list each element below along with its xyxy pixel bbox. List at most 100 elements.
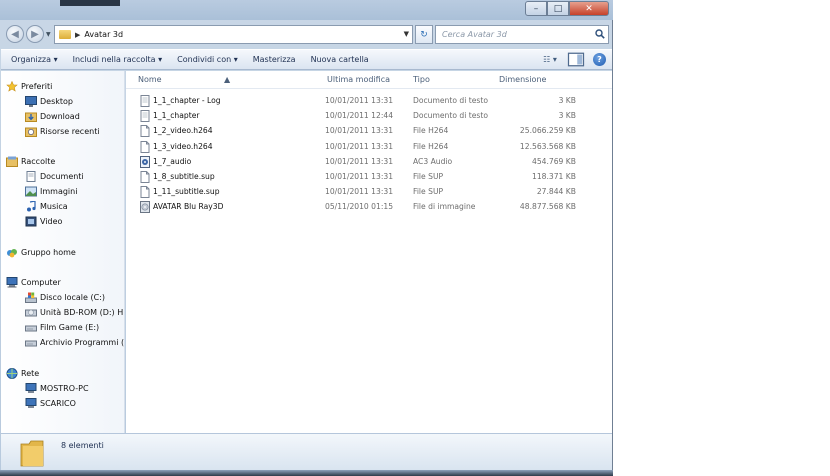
file-modified: 10/01/2011 13:31	[325, 172, 394, 181]
star-icon	[6, 81, 18, 92]
nav-desktop[interactable]: Desktop	[25, 94, 73, 109]
file-modified: 10/01/2011 13:31	[325, 141, 394, 151]
sort-ascending-icon: ▲	[224, 75, 231, 84]
close-button[interactable]: ✕	[569, 1, 609, 16]
nav-drive-c[interactable]: Disco locale (C:)	[25, 290, 105, 305]
nav-documents[interactable]: Documenti	[25, 169, 84, 184]
file-type: AC3 Audio	[413, 156, 453, 166]
organize-menu[interactable]: Organizza ▾	[11, 55, 58, 64]
nav-network-pc-1[interactable]: MOSTRO-PC	[25, 381, 89, 396]
recent-pages-dropdown[interactable]: ▼	[46, 31, 51, 38]
file-name: AVATAR Blu Ray3D	[153, 202, 224, 212]
pictures-icon	[25, 186, 37, 197]
nav-favorites-label: Preferiti	[21, 82, 53, 91]
column-modified[interactable]: Ultima modifica	[327, 75, 390, 84]
file-type: File H264	[413, 126, 449, 136]
documents-icon	[26, 171, 36, 182]
change-view-icon[interactable]: ☷ ▾	[541, 52, 559, 67]
nav-recent-places-label: Risorse recenti	[40, 127, 100, 136]
address-history-dropdown[interactable]: ▼	[404, 30, 409, 38]
nav-download[interactable]: Download	[25, 109, 80, 124]
minimize-button[interactable]: –	[525, 1, 547, 16]
audio-file-icon	[140, 155, 150, 168]
file-name: 1_8_subtitle.sup	[153, 172, 215, 181]
column-size[interactable]: Dimensione	[499, 75, 546, 84]
nav-favorites[interactable]: Preferiti	[6, 79, 52, 94]
file-row[interactable]: 1_1_chapter - Log 10/01/2011 13:31 Documen…	[126, 94, 612, 109]
preview-pane-icon[interactable]	[567, 52, 585, 67]
generic-file-icon	[140, 186, 150, 199]
desktop-icon	[25, 96, 37, 107]
nav-videos[interactable]: Video	[25, 214, 62, 229]
system-drive-icon	[25, 292, 37, 303]
column-name[interactable]: Nome	[138, 75, 162, 84]
new-folder-button[interactable]: Nuova cartella	[311, 55, 369, 64]
nav-music[interactable]: Musica	[25, 199, 68, 214]
address-bar[interactable]: ▶ Avatar 3d ▼	[54, 25, 413, 44]
command-bar: Organizza ▾ Includi nella raccolta ▾ Con…	[1, 49, 612, 70]
search-icon[interactable]	[595, 29, 605, 39]
file-modified: 05/11/2010 01:15	[325, 202, 394, 212]
forward-button[interactable]: ▶	[26, 25, 44, 43]
nav-videos-label: Video	[40, 217, 63, 226]
nav-drive-d[interactable]: Unità BD-ROM (D:) HD	[25, 305, 124, 320]
nav-recent-places[interactable]: Risorse recenti	[25, 124, 100, 139]
search-input[interactable]: Cerca Avatar 3d	[435, 25, 609, 44]
file-row[interactable]: 1_2_video.h264 10/01/2011 13:31 File H264 2…	[126, 124, 612, 139]
file-modified: 10/01/2011 13:31	[325, 156, 394, 166]
back-button[interactable]: ◀	[6, 25, 24, 43]
file-type: File di immagine	[413, 202, 476, 212]
refresh-button[interactable]: ↻	[415, 25, 433, 44]
file-size: 48.877.568 KB	[519, 202, 576, 212]
file-modified: 10/01/2011 13:31	[325, 96, 394, 105]
maximize-button[interactable]: □	[547, 1, 569, 16]
nav-pictures-label: Immagini	[40, 187, 78, 196]
file-row[interactable]: AVATAR Blu Ray3D 05/11/2010 01:15 File di …	[126, 200, 612, 215]
nav-network[interactable]: Rete	[6, 366, 39, 381]
nav-network-pc-2[interactable]: SCARICO	[25, 396, 76, 411]
window-controls: – □ ✕	[525, 1, 609, 16]
file-row[interactable]: 1_7_audio 10/01/2011 13:31 AC3 Audio 454.76…	[126, 155, 612, 170]
help-icon[interactable]: ?	[593, 53, 606, 66]
burn-button[interactable]: Masterizza	[253, 55, 296, 64]
file-row[interactable]: 1_11_subtitle.sup 10/01/2011 13:31 File SU…	[126, 185, 612, 200]
item-count: 8 elementi	[61, 441, 104, 450]
homegroup-icon	[7, 249, 17, 258]
file-row[interactable]: 1_1_chapter 10/01/2011 12:44 Documento di …	[126, 109, 612, 124]
generic-file-icon	[140, 171, 150, 183]
file-modified: 10/01/2011 13:31	[325, 187, 394, 197]
nav-drive-f[interactable]: Archivio Programmi (F:)	[25, 335, 125, 350]
file-name: 1_7_audio	[153, 156, 192, 166]
file-size: 27.844 KB	[536, 187, 576, 197]
nav-homegroup-label: Gruppo home	[21, 248, 76, 257]
file-row[interactable]: 1_3_video.h264 10/01/2011 13:31 File H264 1…	[126, 140, 612, 155]
include-in-library-menu[interactable]: Includi nella raccolta ▾	[73, 55, 163, 64]
nav-drive-f-label: Archivio Programmi (F:)	[40, 338, 125, 347]
nav-computer-label: Computer	[21, 278, 61, 287]
nav-homegroup[interactable]: Gruppo home	[6, 245, 76, 260]
nav-libraries[interactable]: Raccolte	[6, 154, 55, 169]
nav-libraries-label: Raccolte	[21, 157, 56, 166]
recent-places-icon	[25, 127, 37, 137]
optical-drive-icon	[25, 309, 37, 317]
video-icon	[25, 216, 37, 227]
column-type[interactable]: Tipo	[413, 75, 430, 84]
breadcrumb-separator-icon[interactable]: ▶	[75, 31, 80, 39]
details-pane: 8 elementi	[1, 433, 612, 470]
navigation-pane: Preferiti Desktop Download Risorse recen…	[1, 71, 125, 433]
file-size: 3 KB	[558, 111, 576, 121]
file-type: File H264	[413, 141, 449, 151]
title-bar[interactable]: – □ ✕	[0, 0, 613, 20]
breadcrumb-avatar-3d[interactable]: Avatar 3d	[84, 30, 123, 39]
nav-drive-e[interactable]: Film Game (E:)	[25, 320, 99, 335]
file-row[interactable]: 1_8_subtitle.sup 10/01/2011 13:31 File SUP…	[126, 170, 612, 185]
nav-computer[interactable]: Computer	[6, 275, 61, 290]
nav-pictures[interactable]: Immagini	[25, 184, 77, 199]
generic-file-icon	[140, 125, 150, 138]
disc-image-icon	[140, 201, 150, 214]
file-name: 1_2_video.h264	[153, 126, 213, 136]
nav-drive-e-label: Film Game (E:)	[40, 323, 100, 332]
share-with-menu[interactable]: Condividi con ▾	[177, 55, 238, 64]
explorer-window: – □ ✕ ◀ ▶ ▼ ▶ Avatar 3d ▼ ↻ Cerca Avatar…	[0, 0, 613, 476]
hard-drive-icon	[25, 340, 37, 347]
